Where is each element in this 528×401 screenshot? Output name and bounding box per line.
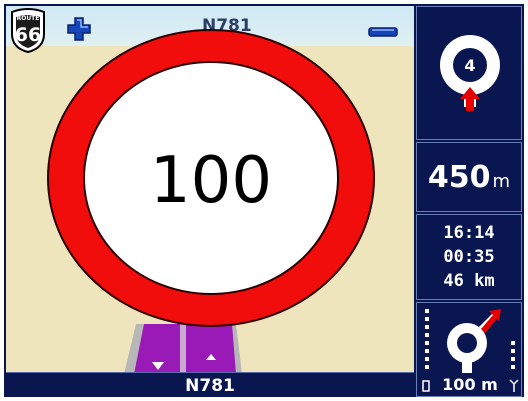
trip-info[interactable]: 16:14 00:35 46 km	[416, 214, 522, 300]
current-street-bar: N781	[6, 372, 414, 397]
guidance-panel: 4 450 m 16:14 00:35 46 km 100 m	[416, 6, 522, 397]
remaining-time: 00:35	[443, 247, 495, 267]
route66-shield-number: 66	[15, 24, 41, 46]
distance-unit: m	[492, 170, 511, 192]
signal-icon	[509, 379, 519, 392]
next-turn-distance: 450 m	[416, 142, 522, 212]
following-distance: 100 m	[442, 375, 498, 394]
next-turn-cell[interactable]: 4	[416, 6, 522, 140]
route-road	[124, 324, 242, 372]
route66-shield-icon[interactable]: ROUTE 66	[8, 8, 48, 54]
distance-value: 450	[427, 159, 491, 195]
navigation-frame: N781 ROUTE 66 100 N781 4 450 m 16:14 00:…	[4, 4, 524, 397]
route66-shield-top: ROUTE	[17, 15, 40, 22]
gps-icon	[422, 380, 430, 392]
current-street-name: N781	[185, 375, 235, 396]
roundabout-exit-number: 4	[464, 56, 475, 75]
remaining-distance: 46 km	[443, 271, 495, 291]
navigation-screen: N781 ROUTE 66 100 N781 4 450 m 16:14 00:…	[0, 0, 528, 401]
roundabout-follow-icon	[425, 309, 515, 373]
speed-limit-value: 100	[150, 144, 272, 218]
map-view[interactable]: N781 ROUTE 66 100	[6, 6, 414, 372]
current-time: 16:14	[443, 223, 495, 243]
roundabout-exit-icon: 4	[440, 35, 500, 111]
following-turn-cell[interactable]: 100 m	[416, 302, 522, 397]
speed-limit-sign: 100	[47, 29, 375, 327]
